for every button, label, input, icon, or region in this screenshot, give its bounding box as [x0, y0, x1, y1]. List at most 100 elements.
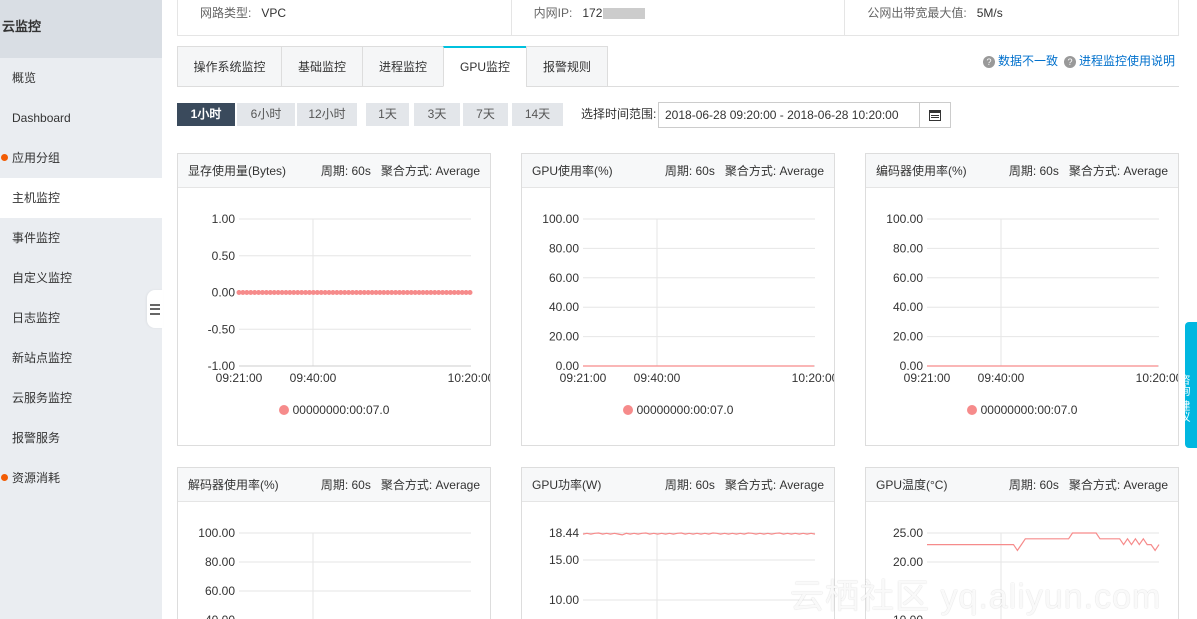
chart-plot: 100.0080.0060.0040.0020.000.0009:21:00 09… [542, 212, 834, 385]
calendar-button[interactable] [919, 102, 951, 128]
x-tick-label: 09:21:00 [216, 371, 263, 385]
sidebar-nav: 概览 Dashboard 应用分组主机监控事件监控自定义监控日志监控 新站点监控 云服务… [0, 58, 162, 498]
chart-title: 编码器使用率(%) [876, 164, 967, 178]
time-range-label: 选择时间范围: [581, 107, 657, 121]
chart-period: 周期: 60s [320, 478, 371, 492]
sidebar-item[interactable]: 应用分组 [0, 138, 162, 178]
time-button[interactable]: 12小时 [297, 103, 357, 126]
network-type: 网路类型: VPC [178, 0, 512, 35]
legend-dot-icon [278, 405, 289, 415]
sidebar-item[interactable]: 概览 [0, 58, 162, 98]
time-button[interactable]: 1天 [366, 103, 409, 126]
time-button[interactable]: 3天 [414, 103, 460, 126]
sidebar-title: 云监控 [0, 0, 162, 58]
sidebar-item[interactable]: 事件监控 [0, 218, 162, 258]
y-tick-label: 60.00 [893, 271, 923, 285]
y-tick-label: 60.00 [549, 271, 579, 285]
chart-title: GPU温度(°C) [876, 478, 948, 492]
y-tick-label: 0.50 [212, 249, 236, 263]
private-ip: 内网IP: 172 [512, 0, 846, 35]
x-tick-label: 09:40:00 [290, 371, 337, 385]
y-tick-label: 0.00 [212, 286, 236, 300]
sidebar-item[interactable]: 资源消耗 [0, 458, 162, 498]
chart-period: 周期: 60s [1008, 478, 1059, 492]
sidebar-item-label: 自定义监控 [12, 271, 73, 285]
legend-label: 00000000:00:07.0 [636, 403, 734, 417]
chart-aggregation: 聚合方式: Average [1068, 164, 1168, 178]
chart-header: 编码器使用率(%) 周期: 60s 聚合方式: Average [866, 154, 1178, 188]
help-links: ? 数据不一致 ? 进程监控使用说明 [982, 52, 1175, 69]
chart-header: 解码器使用率(%) 周期: 60s 聚合方式: Average [178, 468, 490, 502]
sidebar-item[interactable]: 报警服务 [0, 418, 162, 458]
time-button[interactable]: 14天 [512, 103, 563, 126]
sidebar-item-label: 主机监控 [12, 191, 61, 205]
y-tick-label: 40.00 [549, 300, 579, 314]
y-tick-label: 80.00 [893, 241, 923, 255]
y-tick-label: 80.00 [549, 241, 579, 255]
x-tick-label: 09:21:00 [904, 371, 951, 385]
chart-panel: 解码器使用率(%) 周期: 60s 聚合方式: Average 100.00 80.00… [177, 467, 491, 619]
x-tick-label: 10:20:00 [792, 371, 834, 385]
chart-period: 周期: 60s [664, 478, 715, 492]
sidebar-item-label: 资源消耗 [12, 471, 61, 485]
chart-plot: 100.00 80.00 60.00 40.00 [198, 526, 471, 619]
chart-legend[interactable]: 00000000:00:07.0 [866, 403, 1178, 417]
tab[interactable]: 报警规则 [526, 46, 608, 87]
sidebar-item[interactable]: 云服务监控 [0, 378, 162, 418]
process-help-link[interactable]: ? 进程监控使用说明 [1063, 52, 1175, 69]
y-tick-label: 20.00 [893, 555, 923, 569]
y-tick-label: 15.00 [549, 553, 579, 567]
chart-title: GPU使用率(%) [532, 164, 613, 178]
x-tick-label: 09:40:00 [978, 371, 1025, 385]
chart-period: 周期: 60s [1008, 164, 1059, 178]
chart-aggregation: 聚合方式: Average [724, 164, 824, 178]
x-tick-label: 10:20:00 [1136, 371, 1178, 385]
sidebar-item[interactable]: 自定义监控 [0, 258, 162, 298]
chart-plot: 1.000.500.00-0.50-1.0009:21:00 09:40:00 10… [208, 212, 490, 385]
x-tick-label: 09:21:00 [560, 371, 607, 385]
new-dot-icon [1, 474, 8, 481]
collapse-icon [150, 303, 160, 315]
chart-legend[interactable]: 00000000:00:07.0 [178, 403, 490, 417]
time-button[interactable]: 7天 [463, 103, 508, 126]
time-range-input[interactable] [658, 102, 920, 128]
sidebar-item-label: 应用分组 [12, 151, 61, 165]
sidebar-item[interactable]: 新站点监控 [0, 338, 162, 378]
tab[interactable]: GPU监控 [443, 46, 527, 87]
time-button[interactable]: 6小时 [237, 103, 295, 126]
chart-aggregation: 聚合方式: Average [380, 164, 480, 178]
y-tick-label: 20.00 [893, 330, 923, 344]
data-inconsistent-link[interactable]: ? 数据不一致 [982, 52, 1058, 69]
chart-aggregation: 聚合方式: Average [1068, 478, 1168, 492]
sidebar-item[interactable]: 日志监控 [0, 298, 162, 338]
y-tick-label: 60.00 [205, 584, 235, 598]
sidebar-collapse-button[interactable] [147, 290, 163, 328]
chart-aggregation: 聚合方式: Average [380, 478, 480, 492]
chart-legend[interactable]: 00000000:00:07.0 [522, 403, 834, 417]
y-tick-label: 100.00 [886, 212, 923, 226]
y-tick-label: -0.50 [208, 322, 236, 336]
tab[interactable]: 操作系统监控 [177, 46, 282, 87]
tab[interactable]: 进程监控 [362, 46, 444, 87]
feedback-tab[interactable]: 咨询·建议 [1185, 322, 1197, 448]
chart-period: 周期: 60s [664, 164, 715, 178]
y-tick-label: 80.00 [205, 555, 235, 569]
legend-dot-icon [966, 405, 977, 415]
sidebar-item[interactable]: 主机监控 [0, 178, 162, 218]
series-point [467, 290, 473, 295]
y-tick-label: 100.00 [542, 212, 579, 226]
y-tick-label: 1.00 [212, 212, 236, 226]
y-tick-label: 40.00 [205, 613, 235, 619]
time-button[interactable]: 1小时 [177, 103, 235, 126]
masked-ip [603, 8, 646, 20]
chart-title: 解码器使用率(%) [188, 478, 279, 492]
legend-label: 00000000:00:07.0 [292, 403, 390, 417]
tab[interactable]: 基础监控 [281, 46, 363, 87]
new-dot-icon [1, 154, 8, 161]
chart-panel: GPU功率(W) 周期: 60s 聚合方式: Average 18.44 15.00 10… [521, 467, 835, 619]
instance-info-bar: 网路类型: VPC 内网IP: 172 公网出带宽最大值: 5M/s [177, 0, 1179, 36]
sidebar-item[interactable]: Dashboard [0, 98, 162, 138]
calendar-icon [929, 109, 941, 121]
legend-label: 00000000:00:07.0 [980, 403, 1078, 417]
help-icon: ? [1063, 56, 1076, 68]
